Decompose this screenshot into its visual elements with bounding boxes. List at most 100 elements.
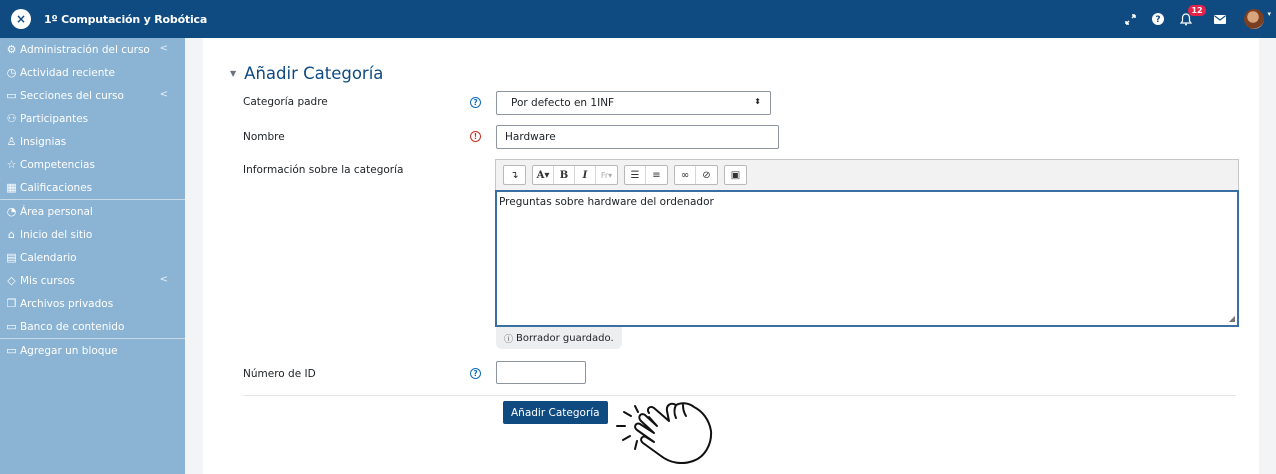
mail-icon[interactable] (1214, 14, 1227, 24)
folder-icon: ▭ (6, 344, 17, 357)
link-icon[interactable]: ∞ (675, 166, 696, 184)
pointing-hand-icon (616, 402, 713, 465)
sidebar-item-site-home[interactable]: ⌂ Inicio del sitio (0, 223, 185, 246)
chevron-left-icon: < (159, 89, 168, 100)
folder-icon: ▭ (6, 320, 17, 333)
id-number-label: Número de ID (243, 368, 316, 380)
clock-icon: ◷ (6, 66, 17, 79)
calendar-icon: ▤ (6, 251, 17, 264)
sidebar-item-calendar[interactable]: ▤ Calendario (0, 246, 185, 269)
sidebar-item-label: Secciones del curso (20, 89, 124, 102)
add-block-group: ▭ Agregar un bloque (0, 339, 185, 362)
bold-icon[interactable]: B (554, 166, 575, 184)
sidebar-item-label: Insignias (20, 135, 67, 148)
files-icon: ❐ (6, 297, 17, 310)
font-style-icon[interactable]: A▾ (533, 166, 554, 184)
chevron-left-icon: < (159, 43, 168, 54)
sidebar-item-label: Administración del curso (20, 43, 150, 56)
sidebar-item-label: Calendario (20, 251, 77, 264)
sidebar-item-dashboard[interactable]: ◔ Área personal (0, 200, 185, 223)
notification-badge: 12 (1188, 4, 1206, 16)
site-name[interactable]: 1º Computación y Robótica (44, 13, 207, 26)
sidebar-item-badges[interactable]: ♙ Insignias (0, 130, 185, 153)
italic-icon[interactable]: I (575, 166, 596, 184)
name-label: Nombre (243, 131, 285, 143)
top-navbar: × 1º Computación y Robótica ? 12 ▾ (0, 0, 1276, 38)
sidebar-item-recent-activity[interactable]: ◷ Actividad reciente (0, 61, 185, 84)
help-icon[interactable]: ? (1152, 13, 1165, 25)
add-category-button[interactable]: Añadir Categoría (503, 401, 608, 424)
chevron-down-icon[interactable]: ▾ (1267, 10, 1271, 18)
close-drawer-icon[interactable]: × (11, 9, 31, 29)
resize-grip-icon[interactable]: ◢ (1229, 314, 1235, 323)
home-icon: ⌂ (8, 228, 15, 241)
info-icon: ⓘ (504, 334, 514, 345)
section-header[interactable]: ▼ Añadir Categoría (230, 64, 383, 83)
main-content: ▼ Añadir Categoría Categoría padre ? Por… (203, 38, 1259, 474)
id-number-input[interactable] (496, 361, 586, 384)
collapse-triangle-icon[interactable]: ▼ (230, 69, 236, 78)
sidebar-item-label: Inicio del sitio (20, 228, 93, 241)
parent-category-select[interactable]: Por defecto en 1INF ⬍ (496, 91, 771, 115)
sidebar-item-participants[interactable]: ⚇ Participantes (0, 107, 185, 130)
sidebar-item-add-block[interactable]: ▭ Agregar un bloque (0, 339, 185, 362)
toolbar-group-lists: ☰ ≡ (624, 165, 668, 185)
sidebar-item-private-files[interactable]: ❐ Archivos privados (0, 292, 185, 315)
toolbar-group-links: ∞ ⊘ (674, 165, 718, 185)
required-icon: ! (470, 131, 481, 142)
bell-icon[interactable]: 12 (1180, 4, 1206, 26)
parent-category-value: Por defecto en 1INF (511, 97, 615, 109)
user-avatar[interactable] (1244, 9, 1265, 29)
help-icon[interactable]: ? (470, 97, 481, 108)
editor-toolbar: ↴ A▾ B I Fr▾ ☰ ≡ ∞ ⊘ ▣ (495, 159, 1239, 190)
image-icon[interactable]: ▣ (725, 166, 746, 184)
site-nav-group: ◔ Área personal ⌂ Inicio del sitio ▤ Calend… (0, 200, 185, 339)
sidebar-item-label: Agregar un bloque (20, 344, 118, 357)
folder-icon: ▭ (6, 89, 17, 102)
gears-icon: ⚙ (6, 43, 17, 56)
ordered-list-icon[interactable]: ≡ (646, 166, 667, 184)
sidebar-item-my-courses[interactable]: ◇ Mis cursos < (0, 269, 185, 292)
badge-icon: ♙ (6, 135, 17, 148)
unlink-icon[interactable]: ⊘ (696, 166, 717, 184)
graduation-cap-icon: ◇ (7, 274, 16, 287)
name-input-value: Hardware (505, 131, 556, 143)
sidebar-item-label: Calificaciones (20, 181, 93, 194)
draft-status-text: Borrador guardado. (516, 332, 614, 344)
unordered-list-icon[interactable]: ☰ (625, 166, 646, 184)
category-info-editor[interactable]: Preguntas sobre hardware del ordenador ◢ (495, 190, 1239, 327)
users-icon: ⚇ (6, 112, 17, 125)
expand-icon[interactable] (1125, 13, 1137, 25)
font-color-icon[interactable]: Fr▾ (596, 166, 617, 184)
course-nav-group: ⚙ Administración del curso < ◷ Actividad re… (0, 38, 185, 200)
help-icon[interactable]: ? (470, 368, 481, 379)
editor-content: Preguntas sobre hardware del ordenador (499, 196, 714, 208)
select-arrows-icon: ⬍ (754, 97, 761, 106)
toolbar-group-style: A▾ B I Fr▾ (532, 165, 618, 185)
chevron-left-icon: < (159, 274, 168, 285)
sidebar-item-label: Mis cursos (20, 274, 75, 287)
sidebar-item-content-bank[interactable]: ▭ Banco de contenido (0, 315, 185, 338)
sidebar-item-label: Competencias (20, 158, 95, 171)
sidebar-item-label: Actividad reciente (20, 66, 115, 79)
draft-status: ⓘ Borrador guardado. (496, 327, 622, 349)
sidebar-item-course-admin[interactable]: ⚙ Administración del curso < (0, 38, 185, 61)
page-title: Añadir Categoría (244, 64, 384, 83)
table-icon: ▦ (6, 181, 17, 194)
parent-category-label: Categoría padre (243, 96, 328, 108)
name-input[interactable]: Hardware (496, 125, 779, 149)
category-info-label: Información sobre la categoría (243, 164, 404, 176)
sidebar-item-label: Archivos privados (20, 297, 114, 310)
navbar-actions: ? 12 ▾ (1117, 0, 1276, 38)
sidebar-item-label: Participantes (20, 112, 89, 125)
sidebar-item-label: Área personal (20, 205, 93, 218)
toolbar-group-media: ▣ (724, 165, 747, 185)
sidebar-item-grades[interactable]: ▦ Calificaciones (0, 176, 185, 199)
sidebar-item-course-sections[interactable]: ▭ Secciones del curso < (0, 84, 185, 107)
sidebar-item-competencies[interactable]: ☆ Competencias (0, 153, 185, 176)
sidebar-item-label: Banco de contenido (20, 320, 125, 333)
dashboard-icon: ◔ (6, 205, 17, 218)
toolbar-group-collapse: ↴ (503, 165, 526, 185)
star-icon: ☆ (6, 158, 17, 171)
collapse-icon[interactable]: ↴ (504, 166, 525, 184)
